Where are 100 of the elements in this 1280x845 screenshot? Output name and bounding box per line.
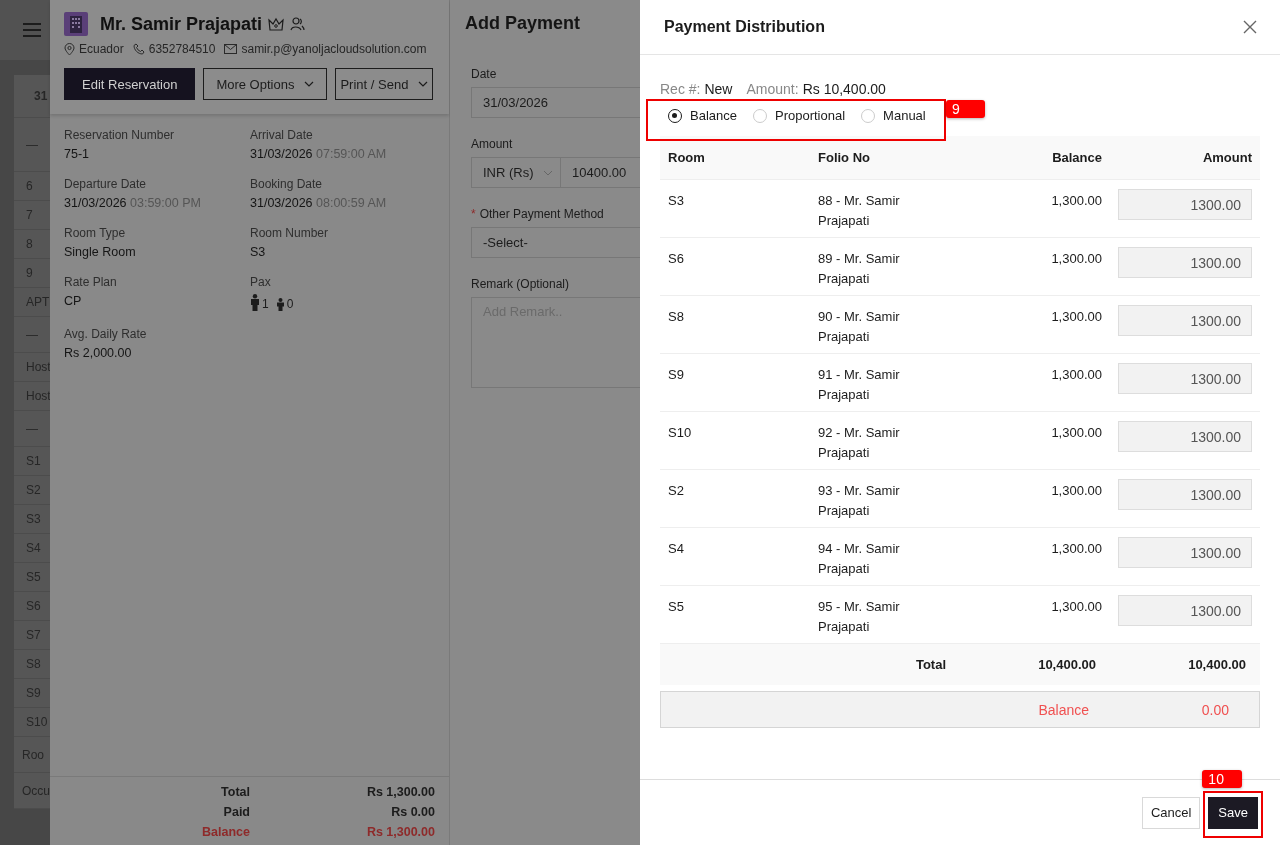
amount-field[interactable]: 1300.00 bbox=[1118, 189, 1252, 220]
detail-label: Pax bbox=[250, 275, 272, 289]
table-cell-text: 91 - Mr. Samir Prajapati bbox=[818, 366, 901, 404]
cancel-button[interactable]: Cancel bbox=[1141, 796, 1201, 829]
highlight-frame bbox=[1203, 790, 1263, 838]
column-header: Amount bbox=[1201, 150, 1253, 165]
summary-value: Rs 1,300.00 bbox=[365, 825, 435, 839]
summary-value: Rs 1,300.00 bbox=[365, 785, 435, 799]
amount-field[interactable]: 1300.00 bbox=[1118, 421, 1252, 452]
table-cell-text: 92 - Mr. Samir Prajapati bbox=[818, 424, 901, 462]
radio-option[interactable]: Balance bbox=[668, 108, 737, 123]
callout-badge: 10 bbox=[1202, 769, 1243, 788]
table-cell-text: S8 bbox=[668, 308, 685, 326]
table-cell-text: S5 bbox=[668, 598, 685, 616]
detail-label: Room Type bbox=[64, 226, 127, 240]
table-cell-text: S6 bbox=[668, 250, 685, 268]
amount-field[interactable]: 1300.00 bbox=[1118, 595, 1252, 626]
guest-email: samir.p@yanoljacloudsolution.com bbox=[241, 42, 427, 56]
edit-button[interactable]: Edit Reservation bbox=[64, 68, 196, 100]
mail-icon bbox=[224, 44, 238, 54]
child-icon bbox=[275, 298, 285, 311]
guest-phone: 6352784510 bbox=[148, 42, 216, 56]
detail-label: Reservation Number bbox=[64, 128, 176, 142]
table-cell-text: S2 bbox=[668, 482, 685, 500]
total-value: 10,400.00 bbox=[1187, 657, 1247, 672]
summary-label: Balance bbox=[201, 825, 250, 839]
callout-badge: 9 bbox=[946, 100, 985, 118]
summary-value: Rs 0.00 bbox=[390, 805, 435, 819]
rec-label: Rec #: bbox=[660, 81, 701, 97]
dropdown-button[interactable]: More Options bbox=[203, 68, 328, 100]
table-cell-text: S10 bbox=[668, 424, 693, 442]
table-cell-text: 1,300.00 bbox=[1050, 308, 1103, 326]
table-cell-text: 1,300.00 bbox=[1050, 192, 1103, 210]
amount-field[interactable]: 1300.00 bbox=[1118, 479, 1252, 510]
required-mark: * bbox=[471, 207, 476, 221]
adult-icon bbox=[250, 294, 260, 311]
table-cell-text: 1,300.00 bbox=[1050, 482, 1103, 500]
table-cell-text: 1,300.00 bbox=[1050, 598, 1103, 616]
summary-label: Total bbox=[220, 785, 250, 799]
radio-option[interactable]: Manual bbox=[861, 108, 926, 123]
chevron-down-icon bbox=[304, 81, 315, 87]
field-label: Date bbox=[471, 67, 498, 81]
table-cell-text: 95 - Mr. Samir Prajapati bbox=[818, 598, 901, 636]
list-cell: — bbox=[26, 137, 38, 152]
table-cell-text: 93 - Mr. Samir Prajapati bbox=[818, 482, 901, 520]
field-label: Remark (Optional) bbox=[471, 277, 571, 291]
crown-icon bbox=[268, 17, 285, 31]
list-cell: — bbox=[26, 421, 38, 436]
adult-count: 1 bbox=[262, 297, 269, 311]
field-label: Amount bbox=[471, 137, 514, 151]
panel-title: Add Payment bbox=[464, 12, 582, 35]
detail-value: 75-1 bbox=[64, 147, 91, 161]
detail-value: Single Room bbox=[64, 245, 137, 259]
close-icon[interactable] bbox=[1243, 20, 1257, 34]
table-cell-text: S9 bbox=[668, 366, 685, 384]
detail-label: Rate Plan bbox=[64, 275, 118, 289]
currency-select[interactable]: INR (Rs) bbox=[471, 157, 561, 188]
table-cell-text: 1,300.00 bbox=[1050, 366, 1103, 384]
payment-method-select[interactable]: -Select- bbox=[471, 227, 640, 258]
chevron-down-icon bbox=[542, 169, 553, 176]
table-cell-text: 1,300.00 bbox=[1050, 424, 1103, 442]
amount-label: Amount: bbox=[746, 81, 799, 97]
summary-label: Paid bbox=[222, 805, 250, 819]
balance-value: 0.00 bbox=[1200, 701, 1230, 718]
building-icon bbox=[64, 12, 88, 36]
total-value: 10,400.00 bbox=[1037, 657, 1097, 672]
dropdown-button[interactable]: Print / Send bbox=[335, 68, 434, 100]
save-button[interactable]: Save bbox=[1208, 796, 1258, 829]
total-label: Total bbox=[914, 657, 947, 672]
table-cell-text: S3 bbox=[668, 192, 685, 210]
detail-value: S3 bbox=[250, 245, 267, 259]
balance-label: Balance bbox=[1037, 701, 1090, 718]
table-cell-text: 1,300.00 bbox=[1050, 540, 1103, 558]
detail-value: CP bbox=[64, 294, 83, 308]
chevron-down-icon bbox=[418, 81, 429, 87]
guest-country: Ecuador bbox=[79, 42, 124, 56]
column-header: Room bbox=[668, 150, 706, 165]
people-icon bbox=[290, 17, 306, 31]
detail-label: Room Number bbox=[250, 226, 330, 240]
detail-label: Arrival Date bbox=[250, 128, 314, 142]
date-field[interactable]: 31/03/2026 bbox=[471, 87, 640, 118]
amount-field[interactable]: 1300.00 bbox=[1118, 537, 1252, 568]
column-header: Balance bbox=[1051, 150, 1103, 165]
amount-field[interactable]: 1300.00 bbox=[1118, 305, 1252, 336]
field-label: Other Payment Method bbox=[479, 207, 604, 221]
table-cell-text: 90 - Mr. Samir Prajapati bbox=[818, 308, 901, 346]
amount-value: Rs 10,400.00 bbox=[802, 81, 886, 97]
table-cell-text: 88 - Mr. Samir Prajapati bbox=[818, 192, 901, 230]
table-cell-text: 94 - Mr. Samir Prajapati bbox=[818, 540, 901, 578]
table-cell-text: 89 - Mr. Samir Prajapati bbox=[818, 250, 901, 288]
amount-field[interactable]: 1300.00 bbox=[1118, 363, 1252, 394]
radio-option[interactable]: Proportional bbox=[753, 108, 846, 123]
rec-value: New bbox=[704, 81, 733, 97]
child-count: 0 bbox=[286, 297, 294, 311]
detail-label: Departure Date bbox=[64, 177, 148, 191]
table-cell-text: 1,300.00 bbox=[1050, 250, 1103, 268]
amount-field[interactable]: 1300.00 bbox=[1118, 247, 1252, 278]
detail-label: Avg. Daily Rate bbox=[64, 327, 148, 341]
column-header: Folio No bbox=[818, 150, 871, 165]
dialog-title: Payment Distribution bbox=[664, 18, 825, 36]
